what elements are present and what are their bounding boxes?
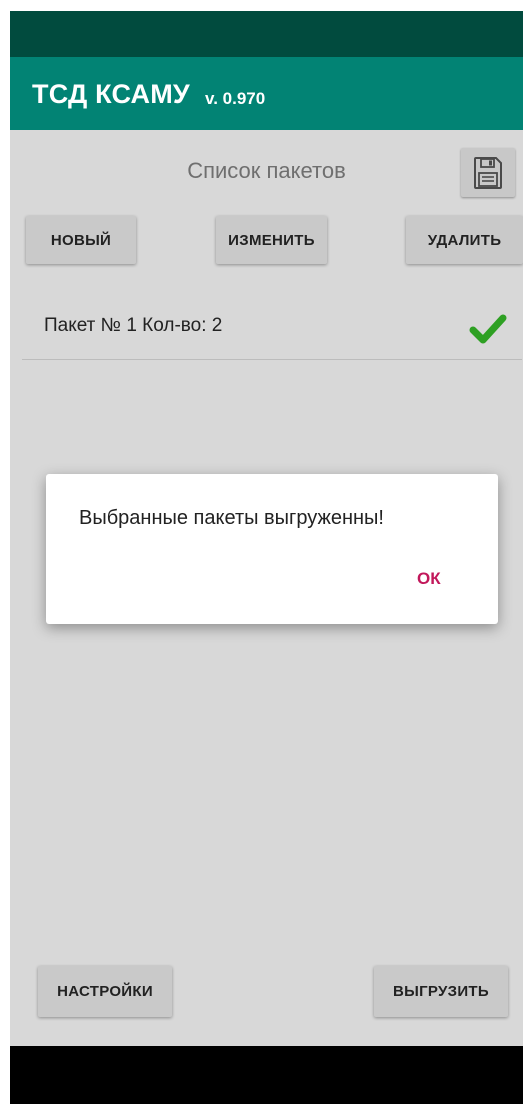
check-icon (469, 314, 507, 344)
alert-dialog: Выбранные пакеты выгруженны! ОК (46, 474, 498, 624)
save-button[interactable] (461, 148, 515, 197)
delete-package-button[interactable]: удалить (406, 216, 523, 264)
app-bar: ТСД КСАМУ v. 0.970 (10, 57, 523, 130)
app-title: ТСД КСАМУ (32, 79, 190, 109)
dialog-message: Выбранные пакеты выгруженны! (79, 507, 384, 529)
page-title: Список пакетов (187, 158, 346, 183)
app-version: v. 0.970 (205, 89, 266, 108)
upload-button[interactable]: выгрузить (374, 966, 508, 1017)
ok-button[interactable]: ОК (417, 569, 441, 589)
package-list-item[interactable]: Пакет № 1 Кол-во: 2 (22, 303, 522, 360)
package-label: Пакет № 1 Кол-во: 2 (44, 315, 223, 336)
app-screen: ТСД КСАМУ v. 0.970 Список пакетов новый … (10, 11, 523, 1104)
navigation-bar (10, 1046, 523, 1104)
edit-package-button[interactable]: изменить (216, 216, 327, 264)
floppy-disk-icon (474, 156, 502, 189)
new-package-button[interactable]: новый (26, 216, 136, 264)
status-bar (10, 11, 523, 57)
settings-button[interactable]: настройки (38, 966, 172, 1017)
